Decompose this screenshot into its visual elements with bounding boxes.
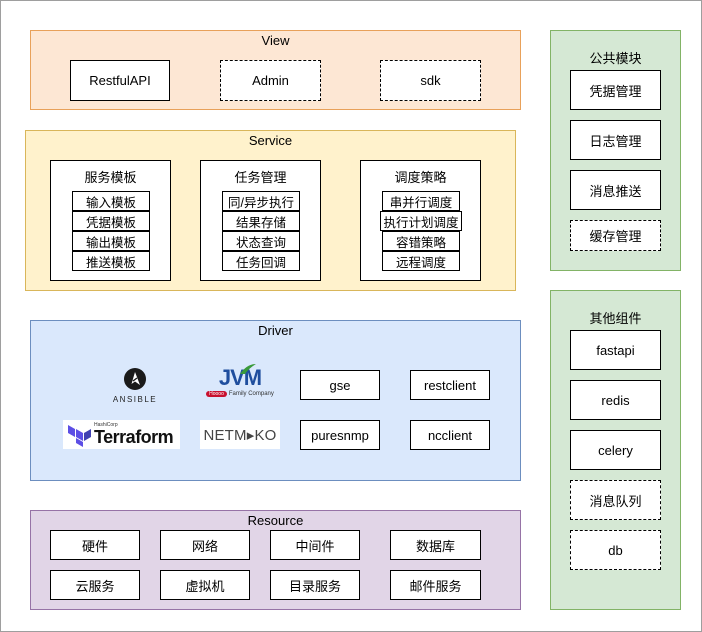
group-title: 服务模板 — [84, 170, 137, 185]
resource-item-vm: 虚拟机 — [160, 570, 250, 600]
resource-item-network: 网络 — [160, 530, 250, 560]
driver-item-ncclient: ncclient — [410, 420, 490, 450]
service-template-item: 输出模板 — [72, 231, 150, 251]
service-template-item: 凭据模板 — [72, 211, 150, 231]
group-title: 任务管理 — [234, 170, 287, 185]
jvm-subtitle: Family Company — [228, 390, 274, 397]
resource-item-database: 数据库 — [390, 530, 481, 560]
view-item-admin: Admin — [220, 60, 321, 101]
other-item-redis: redis — [570, 380, 661, 420]
scheduling-item: 容错策略 — [382, 231, 460, 251]
other-item-mq: 消息队列 — [570, 480, 661, 520]
netmiko-wordmark: NETM▸KO — [203, 426, 277, 444]
terraform-icon — [68, 424, 91, 447]
resource-item-directory: 目录服务 — [270, 570, 360, 600]
task-item: 结果存储 — [222, 211, 300, 231]
task-item: 任务回调 — [222, 251, 300, 271]
terraform-logo: HashiCorp Terraform — [63, 420, 180, 449]
service-group-templates: 服务模板 输入模板 凭据模板 输出模板 推送模板 — [50, 160, 171, 281]
resource-item-mail: 邮件服务 — [390, 570, 481, 600]
netmiko-logo: NETM▸KO — [200, 420, 280, 449]
ansible-icon — [124, 368, 146, 390]
group-title: 调度策略 — [394, 170, 447, 185]
common-item-push: 消息推送 — [570, 170, 661, 210]
jvm-leaf-icon — [239, 363, 256, 374]
other-title: 其他组件 — [589, 311, 642, 326]
driver-item-gse: gse — [300, 370, 380, 400]
other-item-db: db — [570, 530, 661, 570]
terraform-wordmark: Terraform — [94, 427, 174, 447]
ansible-logo: ANSIBLE — [110, 365, 160, 407]
scheduling-item: 远程调度 — [382, 251, 460, 271]
service-template-item: 推送模板 — [72, 251, 150, 271]
resource-item-hardware: 硬件 — [50, 530, 140, 560]
ansible-wordmark: ANSIBLE — [112, 395, 158, 404]
common-item-cache: 缓存管理 — [570, 220, 661, 251]
service-group-tasks: 任务管理 同/异步执行 结果存储 状态查询 任务回调 — [200, 160, 321, 281]
common-item-credentials: 凭据管理 — [570, 70, 661, 110]
task-item: 同/异步执行 — [222, 191, 300, 211]
common-item-logging: 日志管理 — [570, 120, 661, 160]
resource-title: Resource — [247, 513, 304, 528]
scheduling-item: 串并行调度 — [382, 191, 460, 211]
driver-title: Driver — [258, 323, 293, 338]
view-item-restfulapi: RestfulAPI — [70, 60, 170, 101]
view-title: View — [261, 33, 290, 48]
jvm-badge: Hoooo — [206, 390, 227, 397]
task-item: 状态查询 — [222, 231, 300, 251]
resource-item-cloud: 云服务 — [50, 570, 140, 600]
view-item-sdk: sdk — [380, 60, 481, 101]
other-item-fastapi: fastapi — [570, 330, 661, 370]
jvm-logo: JVM Hoooo Family Company — [200, 360, 280, 401]
service-group-scheduling: 调度策略 串并行调度 执行计划调度 容错策略 远程调度 — [360, 160, 481, 281]
service-title: Service — [248, 133, 293, 148]
common-title: 公共模块 — [589, 51, 642, 66]
scheduling-item: 执行计划调度 — [380, 211, 462, 231]
other-item-celery: celery — [570, 430, 661, 470]
driver-item-puresnmp: puresnmp — [300, 420, 380, 450]
service-template-item: 输入模板 — [72, 191, 150, 211]
driver-item-restclient: restclient — [410, 370, 490, 400]
resource-item-middleware: 中间件 — [270, 530, 360, 560]
